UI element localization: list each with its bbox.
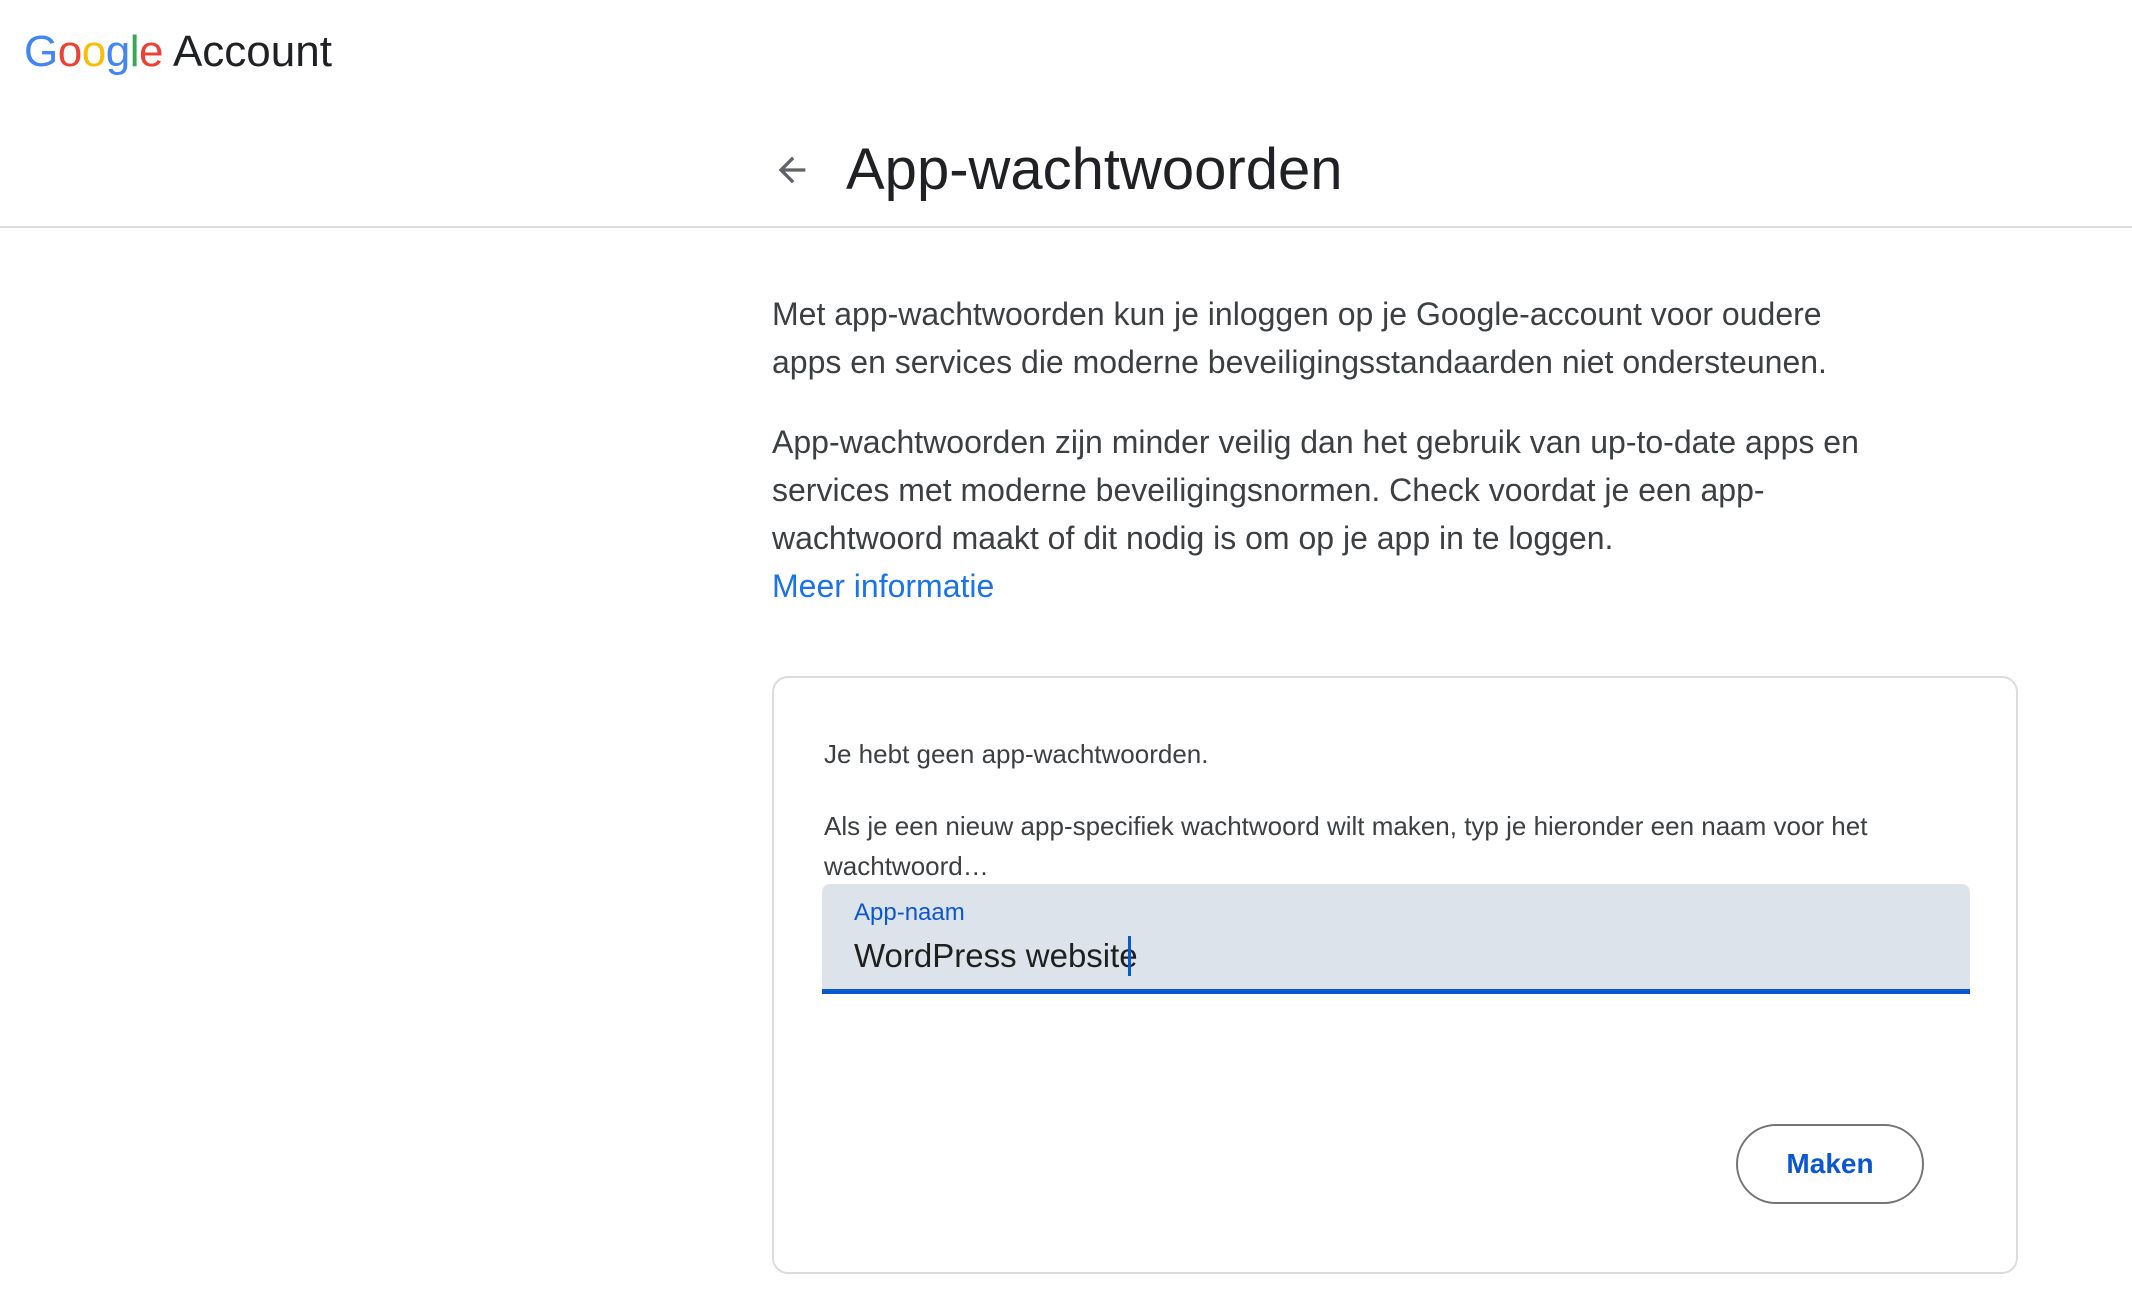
create-button[interactable]: Maken [1736, 1124, 1924, 1204]
arrow-back-icon [778, 156, 806, 184]
intro-paragraph-2: App-wachtwoorden zijn minder veilig dan … [772, 424, 1859, 556]
top-bar: Google Account [0, 0, 2132, 110]
learn-more-link[interactable]: Meer informatie [772, 562, 1872, 610]
text-caret [1128, 936, 1131, 976]
app-name-field[interactable]: App-naam [822, 884, 1970, 994]
create-instruction: Als je een nieuw app-specifiek wachtwoor… [824, 811, 1868, 881]
intro-paragraph-1: Met app-wachtwoorden kun je inloggen op … [772, 296, 1827, 380]
intro-section: Met app-wachtwoorden kun je inloggen op … [772, 290, 1872, 610]
logo-product-name: Account [172, 27, 332, 76]
logo-letter-l: l [129, 27, 140, 76]
back-button[interactable] [764, 142, 820, 198]
logo-letter-e: e [138, 27, 163, 76]
app-name-input[interactable] [854, 934, 1934, 978]
logo-letter-g: G [24, 27, 58, 76]
no-passwords-message: Je hebt geen app-wachtwoorden. [824, 739, 1209, 769]
page-header: App-wachtwoorden [0, 110, 2132, 228]
app-password-card: Je hebt geen app-wachtwoorden. Als je ee… [772, 676, 2018, 1274]
app-name-label: App-naam [854, 899, 965, 926]
logo-letter-o2: o [81, 27, 106, 76]
logo-letter-g2: g [105, 27, 130, 76]
google-account-logo[interactable]: Google Account [24, 24, 332, 80]
logo-letter-o1: o [57, 27, 82, 76]
page-title: App-wachtwoorden [846, 137, 1343, 202]
